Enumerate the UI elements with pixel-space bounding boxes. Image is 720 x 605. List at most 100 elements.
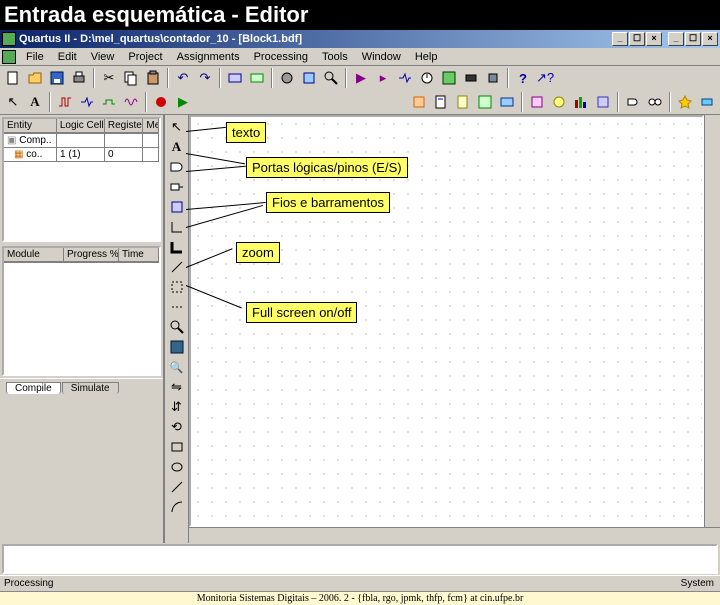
partial-line-tool[interactable] [166,297,188,317]
hier-col-cells[interactable]: Logic Cells [57,119,105,133]
programmer-button[interactable] [460,67,482,89]
minimize-button[interactable]: _ [668,32,684,46]
menu-tools[interactable]: Tools [316,50,354,64]
zoom-tool[interactable] [166,317,188,337]
pointer-tool[interactable]: ↖ [166,117,188,137]
signal2-button[interactable] [76,91,98,113]
block-tool[interactable] [166,197,188,217]
settings-button[interactable] [276,67,298,89]
table-row[interactable]: ▦ co.. 1 (1) 0 [4,148,159,162]
pin-planner-button[interactable] [408,91,430,113]
report2-button[interactable] [452,91,474,113]
assignment-editor-button[interactable] [526,91,548,113]
pin-tool[interactable] [166,177,188,197]
line-tool[interactable] [166,477,188,497]
rubberband-tool[interactable] [166,277,188,297]
help2-button[interactable]: ↗? [534,67,556,89]
resource-button[interactable] [570,91,592,113]
tab-simulate[interactable]: Simulate [62,382,119,394]
undo-button[interactable]: ↶ [172,67,194,89]
statusbar: Processing System [0,575,720,591]
schematic-canvas[interactable]: texto Portas lógicas/pinos (E/S) Fios e … [189,115,704,527]
play-button[interactable]: ▶ [172,91,194,113]
rectangle-tool[interactable] [166,437,188,457]
hier-col-me[interactable]: Me [143,119,159,133]
simulate-button[interactable] [394,67,416,89]
compile-button[interactable]: ▶ [350,67,372,89]
flip-v-tool[interactable]: ⇵ [166,397,188,417]
symbol-tool[interactable] [166,157,188,177]
signaltap-button[interactable] [496,91,518,113]
arc-tool[interactable] [166,497,188,517]
chip-icon: ▣ [7,135,16,146]
menu-assignments[interactable]: Assignments [171,50,246,64]
report-button[interactable] [430,91,452,113]
print-button[interactable] [68,67,90,89]
text-tool-button[interactable]: A [24,91,46,113]
status-col-time[interactable]: Time [119,248,159,262]
hier-col-regs[interactable]: Registers [105,119,144,133]
new-button[interactable] [2,67,24,89]
tab-compile[interactable]: Compile [6,382,61,394]
close-button[interactable]: × [702,32,718,46]
oval-tool[interactable] [166,457,188,477]
menu-edit[interactable]: Edit [52,50,83,64]
megawizard-button[interactable] [674,91,696,113]
tech-map-button[interactable] [592,91,614,113]
status-col-module[interactable]: Module [4,248,64,262]
menu-view[interactable]: View [85,50,121,64]
vertical-scrollbar[interactable] [704,115,720,527]
maximize-button[interactable]: ☐ [685,32,701,46]
callout-zoom: zoom [236,242,280,263]
copy-button[interactable] [120,67,142,89]
fullscreen-tool[interactable] [166,337,188,357]
open-button[interactable] [24,67,46,89]
stop-button[interactable] [150,91,172,113]
table-row[interactable]: ▣ Comp.. [4,134,159,148]
compile2-button[interactable]: ▸ [372,67,394,89]
assignment-button[interactable] [298,67,320,89]
cut-button[interactable]: ✂ [98,67,120,89]
status-col-progress[interactable]: Progress % [64,248,119,262]
navigate-back-button[interactable] [224,67,246,89]
signal1-button[interactable] [54,91,76,113]
orthogonal-bus-tool[interactable] [166,237,188,257]
timing-button[interactable] [416,67,438,89]
flip-h-tool[interactable]: ⇋ [166,377,188,397]
message-panel[interactable] [2,544,718,574]
state-machine-button[interactable] [644,91,666,113]
select-tool-button[interactable]: ↖ [2,91,24,113]
redo-button[interactable]: ↷ [194,67,216,89]
menu-processing[interactable]: Processing [248,50,314,64]
callout-portas: Portas lógicas/pinos (E/S) [246,157,408,178]
menu-window[interactable]: Window [356,50,407,64]
orthogonal-node-tool[interactable] [166,217,188,237]
find-button[interactable] [320,67,342,89]
menu-help[interactable]: Help [409,50,444,64]
signal3-button[interactable] [98,91,120,113]
horizontal-scrollbar[interactable] [189,527,720,543]
paste-button[interactable] [142,67,164,89]
diagonal-node-tool[interactable] [166,257,188,277]
status-right: System [681,578,720,589]
sopc-button[interactable] [696,91,718,113]
minimize-doc-button[interactable]: _ [612,32,628,46]
hier-col-entity[interactable]: Entity [4,119,57,133]
floorplan-button[interactable] [474,91,496,113]
find-tool[interactable]: 🔍 [166,357,188,377]
rotate-tool[interactable]: ⟲ [166,417,188,437]
close-doc-button[interactable]: × [646,32,662,46]
menu-file[interactable]: File [20,50,50,64]
timing-closure-button[interactable] [548,91,570,113]
help-button[interactable]: ? [512,67,534,89]
analysis-button[interactable] [438,67,460,89]
chip-button[interactable] [482,67,504,89]
maximize-doc-button[interactable]: ☐ [629,32,645,46]
slide-title: Entrada esquemática - Editor [0,0,720,30]
menu-project[interactable]: Project [122,50,168,64]
text-tool[interactable]: A [166,137,188,157]
save-button[interactable] [46,67,68,89]
waveform-button[interactable] [120,91,142,113]
navigate-fwd-button[interactable] [246,67,268,89]
rtl-viewer-button[interactable] [622,91,644,113]
